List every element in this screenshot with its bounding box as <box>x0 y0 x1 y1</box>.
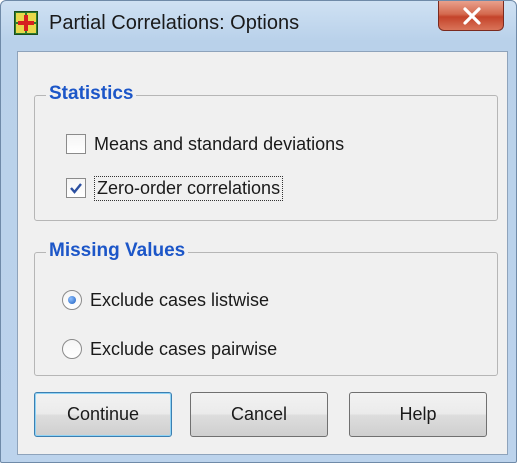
exclude-pairwise-label: Exclude cases pairwise <box>90 338 278 359</box>
cancel-button[interactable]: Cancel <box>190 392 328 437</box>
zero-order-correlations-label: Zero-order correlations <box>94 175 284 201</box>
missing-values-group-title: Missing Values <box>46 240 189 262</box>
close-button[interactable] <box>438 1 504 31</box>
app-icon <box>14 11 38 35</box>
exclude-listwise-radio[interactable] <box>62 290 82 310</box>
continue-button[interactable]: Continue <box>34 392 172 437</box>
means-and-std-dev-label: Means and standard deviations <box>94 133 345 154</box>
radio-selected-dot <box>68 296 76 304</box>
statistics-group <box>34 95 498 221</box>
means-and-std-dev-option[interactable]: Means and standard deviations <box>66 130 344 158</box>
dialog-window: Partial Correlations: Options Statistics… <box>0 0 517 463</box>
checkmark-icon <box>70 183 82 194</box>
exclude-pairwise-radio[interactable] <box>62 339 82 359</box>
exclude-pairwise-option[interactable]: Exclude cases pairwise <box>62 335 277 363</box>
exclude-listwise-label: Exclude cases listwise <box>90 289 270 310</box>
window-title: Partial Correlations: Options <box>49 12 300 34</box>
means-and-std-dev-checkbox[interactable] <box>66 134 86 154</box>
exclude-listwise-option[interactable]: Exclude cases listwise <box>62 286 269 314</box>
statistics-group-title: Statistics <box>46 83 137 105</box>
dialog-client-area: Statistics Means and standard deviations… <box>17 51 508 455</box>
title-bar[interactable]: Partial Correlations: Options <box>1 1 516 49</box>
help-button[interactable]: Help <box>349 392 487 437</box>
zero-order-correlations-checkbox[interactable] <box>66 178 86 198</box>
close-icon <box>463 7 481 25</box>
zero-order-correlations-option[interactable]: Zero-order correlations <box>66 174 284 202</box>
